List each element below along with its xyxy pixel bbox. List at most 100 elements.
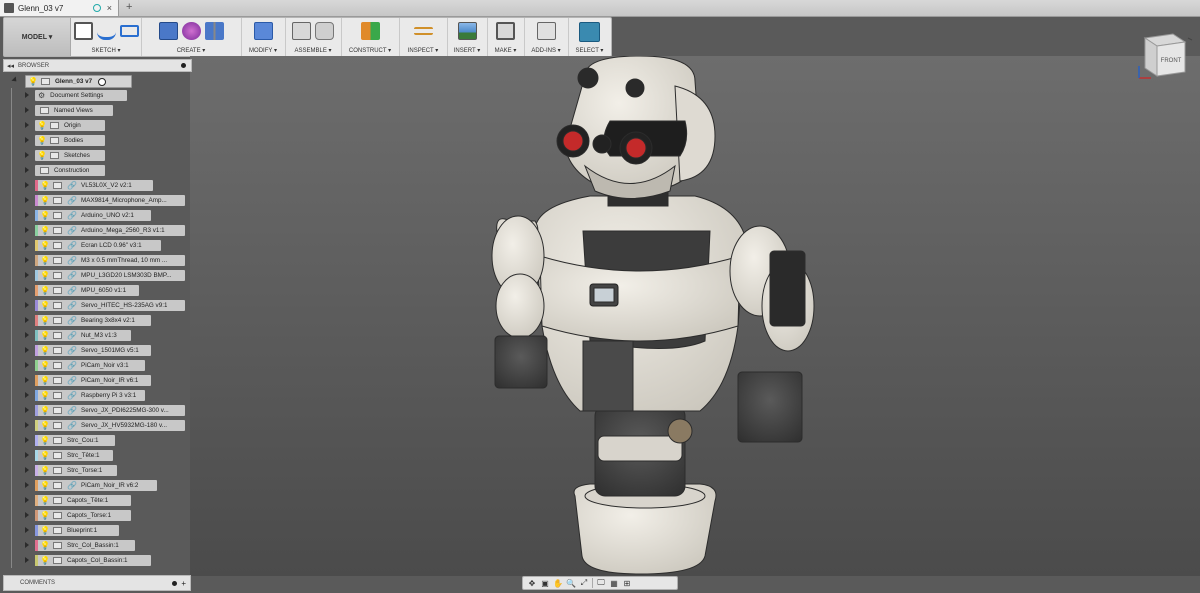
expand-arrow-icon[interactable] — [25, 242, 29, 248]
visibility-bulb-icon[interactable]: 💡 — [40, 315, 50, 326]
form-icon[interactable] — [181, 22, 201, 40]
expand-arrow-icon[interactable] — [25, 452, 29, 458]
browser-item[interactable]: 💡 🔗 Servo_JX_PDI6225MG-300 v... — [3, 403, 198, 418]
browser-item[interactable]: 💡 🔗 PiCam_Noir v3:1 — [3, 358, 198, 373]
visibility-bulb-icon[interactable]: 💡 — [40, 525, 50, 536]
look-at-icon[interactable]: ▣ — [540, 579, 550, 588]
browser-root[interactable]: 💡 Glenn_03 v7 — [3, 73, 198, 88]
visibility-bulb-icon[interactable]: 💡 — [40, 405, 50, 416]
browser-item[interactable]: Named Views — [3, 103, 198, 118]
expand-arrow-icon[interactable] — [25, 542, 29, 548]
fit-icon[interactable]: ⤢ — [579, 578, 589, 588]
expand-arrow-icon[interactable] — [25, 107, 29, 113]
expand-arrow-icon[interactable] — [25, 272, 29, 278]
expand-arrow-icon[interactable] — [25, 257, 29, 263]
browser-item[interactable]: ⚙ Document Settings — [3, 88, 198, 103]
expand-arrow-icon[interactable] — [25, 197, 29, 203]
right-shoulder-servo[interactable] — [769, 250, 806, 327]
new-component-icon[interactable] — [292, 22, 311, 40]
expand-arrow-icon[interactable] — [25, 527, 29, 533]
expand-arrow-icon[interactable] — [25, 362, 29, 368]
browser-item[interactable]: 💡 Capots_Torse:1 — [3, 508, 198, 523]
browser-item[interactable]: 💡 🔗 MPU_6050 v1:1 — [3, 283, 198, 298]
zoom-icon[interactable]: 🔍 — [566, 579, 576, 588]
right-elbow-servo[interactable] — [737, 371, 803, 443]
expand-arrow-icon[interactable] — [25, 497, 29, 503]
expand-arrow-icon[interactable] — [25, 422, 29, 428]
left-upper-arm[interactable] — [495, 273, 545, 339]
collapse-browser-icon[interactable]: ◂◂ — [7, 62, 14, 70]
browser-item[interactable]: Construction — [3, 163, 198, 178]
root-node[interactable]: 💡 Glenn_03 v7 — [25, 75, 132, 88]
visibility-bulb-icon[interactable]: 💡 — [40, 195, 50, 206]
visibility-bulb-icon[interactable]: 💡 — [40, 210, 50, 221]
visibility-bulb-icon[interactable]: 💡 — [40, 270, 50, 281]
create-sketch-icon[interactable] — [73, 22, 93, 40]
root-expand-icon[interactable] — [11, 76, 19, 84]
visibility-bulb-icon[interactable]: 💡 — [40, 225, 50, 236]
browser-item[interactable]: 💡 Bodies — [3, 133, 198, 148]
browser-item[interactable]: 💡 🔗 Servo_HITEC_HS-235AG v9:1 — [3, 298, 198, 313]
left-elbow-servo[interactable] — [494, 335, 548, 389]
browser-item[interactable]: 💡 Strc_Cou:1 — [3, 433, 198, 448]
rectangle-icon[interactable] — [119, 25, 139, 37]
home-view-icon[interactable] — [1187, 37, 1193, 41]
visibility-bulb-icon[interactable]: 💡 — [28, 76, 38, 87]
browser-item[interactable]: 💡 Strc_Torse:1 — [3, 463, 198, 478]
browser-item[interactable]: 💡 Strc_Col_Bassin:1 — [3, 538, 198, 553]
pan-icon[interactable]: ✋ — [553, 579, 563, 588]
browser-item[interactable]: 💡 🔗 M3 x 0.5 mmThread, 10 mm ... — [3, 253, 198, 268]
visibility-bulb-icon[interactable]: 💡 — [40, 285, 50, 296]
toolbar-sketch[interactable]: SKETCH ▾ — [71, 18, 142, 56]
visibility-bulb-icon[interactable]: 💡 — [40, 375, 50, 386]
browser-item[interactable]: 💡 🔗 Raspberry Pi 3 v3:1 — [3, 388, 198, 403]
expand-arrow-icon[interactable] — [25, 182, 29, 188]
close-tab-icon[interactable]: × — [107, 3, 112, 13]
visibility-bulb-icon[interactable]: 💡 — [40, 240, 50, 251]
offset-plane-icon[interactable] — [360, 22, 380, 40]
expand-arrow-icon[interactable] — [25, 407, 29, 413]
visibility-bulb-icon[interactable]: 💡 — [40, 420, 50, 431]
measure-icon[interactable] — [413, 27, 433, 35]
expand-arrow-icon[interactable] — [25, 122, 29, 128]
expand-arrow-icon[interactable] — [25, 347, 29, 353]
expand-arrow-icon[interactable] — [25, 512, 29, 518]
visibility-bulb-icon[interactable]: 💡 — [40, 465, 50, 476]
browser-item[interactable]: 💡 Blueprint:1 — [3, 523, 198, 538]
browser-item[interactable]: 💡 🔗 PiCam_Noir_IR v6:2 — [3, 478, 198, 493]
viewcube[interactable]: FRONT — [1125, 28, 1195, 88]
insert-image-icon[interactable] — [457, 22, 477, 40]
comments-options-icon[interactable] — [172, 580, 178, 586]
browser-item[interactable]: 💡 🔗 Servo_1501MG v5:1 — [3, 343, 198, 358]
expand-arrow-icon[interactable] — [25, 167, 29, 173]
line-icon[interactable] — [96, 22, 116, 40]
toolbar-construct[interactable]: CONSTRUCT ▾ — [341, 18, 400, 56]
toolbar-add-ins[interactable]: ADD-INS ▾ — [524, 18, 569, 56]
visibility-bulb-icon[interactable]: 💡 — [40, 300, 50, 311]
visibility-bulb-icon[interactable]: 💡 — [40, 345, 50, 356]
toolbar-modify[interactable]: MODIFY ▾ — [241, 18, 286, 56]
browser-options-icon[interactable] — [181, 63, 186, 68]
browser-item[interactable]: 💡 🔗 Arduino_Mega_2560_R3 v1:1 — [3, 223, 198, 238]
browser-item[interactable]: 💡 Origin — [3, 118, 198, 133]
expand-arrow-icon[interactable] — [25, 152, 29, 158]
comments-panel[interactable]: COMMENTS + — [3, 575, 191, 591]
visibility-bulb-icon[interactable]: 💡 — [40, 555, 50, 566]
3d-print-icon[interactable] — [496, 22, 515, 40]
browser-item[interactable]: 💡 🔗 Nut_M3 v1:3 — [3, 328, 198, 343]
expand-arrow-icon[interactable] — [25, 92, 29, 98]
document-tab[interactable]: Glenn_03 v7 × — [0, 0, 119, 16]
expand-arrow-icon[interactable] — [25, 557, 29, 563]
orbit-icon[interactable]: ✥ — [527, 579, 537, 588]
browser-item[interactable]: 💡 Capots_Col_Bassin:1 — [3, 553, 198, 568]
browser-item[interactable]: 💡 🔗 MPU_L3GD20 LSM303D BMP... — [3, 268, 198, 283]
browser-item[interactable]: 💡 Sketches — [3, 148, 198, 163]
visibility-bulb-icon[interactable]: 💡 — [40, 510, 50, 521]
browser-item[interactable]: 💡 🔗 Servo_JX_HV5932MG-180 v... — [3, 418, 198, 433]
visibility-bulb-icon[interactable]: 💡 — [40, 180, 50, 191]
browser-item[interactable]: 💡 🔗 PiCam_Noir_IR v6:1 — [3, 373, 198, 388]
browser-item[interactable]: 💡 🔗 Bearing 3x8x4 v2:1 — [3, 313, 198, 328]
expand-arrow-icon[interactable] — [25, 482, 29, 488]
extrude-icon[interactable] — [158, 22, 178, 40]
scripts-icon[interactable] — [536, 22, 556, 40]
